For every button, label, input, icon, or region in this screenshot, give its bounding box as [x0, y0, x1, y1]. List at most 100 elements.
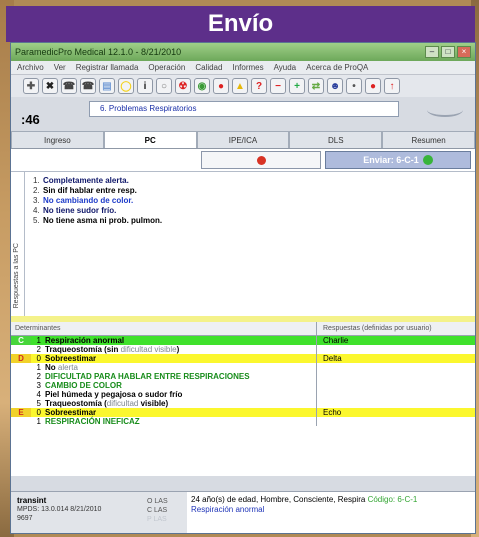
- hazard-icon[interactable]: ☢: [175, 78, 191, 94]
- determinant-extra: alerta: [57, 363, 78, 372]
- determinant-response: Echo: [317, 408, 475, 417]
- minus-icon[interactable]: −: [270, 78, 286, 94]
- determinant-response: [317, 399, 475, 408]
- menu-item[interactable]: Operación: [148, 63, 185, 72]
- tab-ingreso[interactable]: Ingreso: [11, 131, 104, 148]
- face-icon[interactable]: ☻: [327, 78, 343, 94]
- cancel-icon[interactable]: ✖: [42, 78, 58, 94]
- responses-side-label: Respuestas a las PC: [13, 242, 20, 308]
- move-icon[interactable]: ✚: [23, 78, 39, 94]
- determinant-row[interactable]: 3 CAMBIO DE COLOR: [11, 381, 475, 390]
- determinant-row[interactable]: 4 Piel húmeda y pegajosa o sudor frío: [11, 390, 475, 399]
- send-button-label: Enviar: 6-C-1: [363, 155, 419, 165]
- determinant-row[interactable]: D 0 Sobreestimar Delta: [11, 354, 475, 363]
- footer-user: transint: [17, 496, 47, 505]
- action-row: Enviar: 6-C-1: [11, 149, 475, 171]
- response-number: 5.: [33, 216, 40, 225]
- determinant-row[interactable]: C 1 Respiración anormal Charlie: [11, 336, 475, 345]
- response-text: No cambiando de color.: [43, 196, 134, 205]
- phone-icon[interactable]: ☎: [61, 78, 77, 94]
- stop-icon[interactable]: ●: [213, 78, 229, 94]
- determinant-number: 1: [36, 363, 41, 372]
- determinant-row[interactable]: E 0 Sobreestimar Echo: [11, 408, 475, 417]
- determinant-row[interactable]: 1 No alerta: [11, 363, 475, 372]
- response-item: 4. No tiene sudor frío.: [33, 206, 162, 216]
- menu-item[interactable]: Acerca de ProQA: [306, 63, 368, 72]
- menu-item[interactable]: Registrar llamada: [76, 63, 139, 72]
- stop-button[interactable]: [201, 151, 321, 169]
- determinant-row[interactable]: 1 RESPIRACIÓN INEFICAZ: [11, 417, 475, 426]
- status-footer: transint MPDS: 13.0.014 8/21/2010 9697 O…: [11, 491, 475, 533]
- determinant-cell: D 0 Sobreestimar: [11, 354, 317, 363]
- determinant-extra-after: ): [176, 345, 180, 354]
- response-item: 2. Sin dif hablar entre resp.: [33, 186, 162, 196]
- response-text: Sin dif hablar entre resp.: [43, 186, 137, 195]
- determinant-label: Piel húmeda y pegajosa o sudor frío: [45, 390, 183, 399]
- determinant-extra: dificultad: [106, 399, 139, 408]
- determinant-level: [11, 363, 31, 372]
- response-item: 1. Completamente alerta.: [33, 176, 162, 186]
- determinant-cell: 2 DIFICULTAD PARA HABLAR ENTRE RESPIRACIO…: [11, 372, 317, 381]
- circle-icon[interactable]: ○: [156, 78, 172, 94]
- phone-icon[interactable]: ☎: [80, 78, 96, 94]
- menu-item[interactable]: Informes: [232, 63, 263, 72]
- minimize-button[interactable]: –: [425, 46, 439, 58]
- determinant-label: RESPIRACIÓN INEFICAZ: [45, 417, 140, 426]
- determinant-text: CAMBIO DE COLOR: [45, 381, 122, 390]
- determinant-row[interactable]: 5 Traqueostomía (dificultad visible): [11, 399, 475, 408]
- determinant-label: Respiración anormal: [45, 336, 125, 345]
- tab-resumen[interactable]: Resumen: [382, 131, 475, 148]
- tab-ipe-ica[interactable]: IPE/ICA: [196, 131, 290, 148]
- tab-pc[interactable]: PC: [103, 131, 197, 148]
- determinant-text: Respiración anormal: [45, 336, 124, 345]
- status-p-las: P LAS: [147, 516, 167, 523]
- aed-icon[interactable]: •: [346, 78, 362, 94]
- menu-item[interactable]: Calidad: [195, 63, 222, 72]
- help-icon[interactable]: ?: [251, 78, 267, 94]
- protocol-field[interactable]: 6. Problemas Respiratorios: [89, 101, 399, 117]
- determinant-cell: C 1 Respiración anormal: [11, 336, 317, 345]
- stop-icon: [256, 155, 266, 165]
- menu-item[interactable]: Archivo: [17, 63, 44, 72]
- menu-item[interactable]: Ayuda: [274, 63, 297, 72]
- determinant-response: [317, 390, 475, 399]
- determinants-header: Determinantes Respuestas (definidas por …: [11, 322, 475, 336]
- shuffle-icon[interactable]: ⇄: [308, 78, 324, 94]
- determinant-response: [317, 363, 475, 372]
- determinant-label: Sobreestimar: [45, 354, 97, 363]
- determinant-level: [11, 399, 31, 408]
- send-button[interactable]: Enviar: 6-C-1: [325, 151, 471, 169]
- determinant-level: [11, 345, 31, 354]
- case-info-bar: :46 6. Problemas Respiratorios: [11, 97, 475, 127]
- determinant-row[interactable]: 2 Traqueostomía (sin dificultad visible): [11, 345, 475, 354]
- determinant-text: Traqueostomía (dificultad visible): [45, 399, 168, 408]
- determinant-row[interactable]: 2 DIFICULTAD PARA HABLAR ENTRE RESPIRACIO…: [11, 372, 475, 381]
- warning-icon[interactable]: ▲: [232, 78, 248, 94]
- determinant-number: 1: [36, 417, 41, 426]
- determinant-number: 2: [36, 372, 41, 381]
- up-arrow-icon[interactable]: ↑: [384, 78, 400, 94]
- determinants-grid: C 1 Respiración anormal Charlie 2 Traqueostom…: [11, 336, 475, 476]
- document-icon[interactable]: ▤: [99, 78, 115, 94]
- info-icon[interactable]: i: [137, 78, 153, 94]
- responses-side: Respuestas a las PC: [11, 172, 25, 316]
- determinant-level: C: [11, 336, 31, 345]
- globe-icon[interactable]: ◉: [194, 78, 210, 94]
- heart-icon[interactable]: ●: [365, 78, 381, 94]
- app-window: ParamedicPro Medical 12.1.0 - 8/21/2010 …: [10, 42, 476, 534]
- determinant-cell: 3 CAMBIO DE COLOR: [11, 381, 317, 390]
- tab-dls[interactable]: DLS: [289, 131, 383, 148]
- menu-item[interactable]: Ver: [54, 63, 66, 72]
- determinant-extra: dificultad visible: [120, 345, 177, 354]
- note-icon[interactable]: ◯: [118, 78, 134, 94]
- determinant-level: E: [11, 408, 31, 417]
- plus-icon[interactable]: +: [289, 78, 305, 94]
- determinant-cell: E 0 Sobreestimar: [11, 408, 317, 417]
- responses-panel: Respuestas a las PC 1. Completamente aler…: [11, 171, 475, 316]
- check-icon: [422, 155, 433, 165]
- status-c-las: C LAS: [147, 507, 168, 514]
- maximize-button[interactable]: □: [441, 46, 455, 58]
- close-button[interactable]: ×: [457, 46, 471, 58]
- determinant-label: CAMBIO DE COLOR: [45, 381, 122, 390]
- determinant-response: [317, 372, 475, 381]
